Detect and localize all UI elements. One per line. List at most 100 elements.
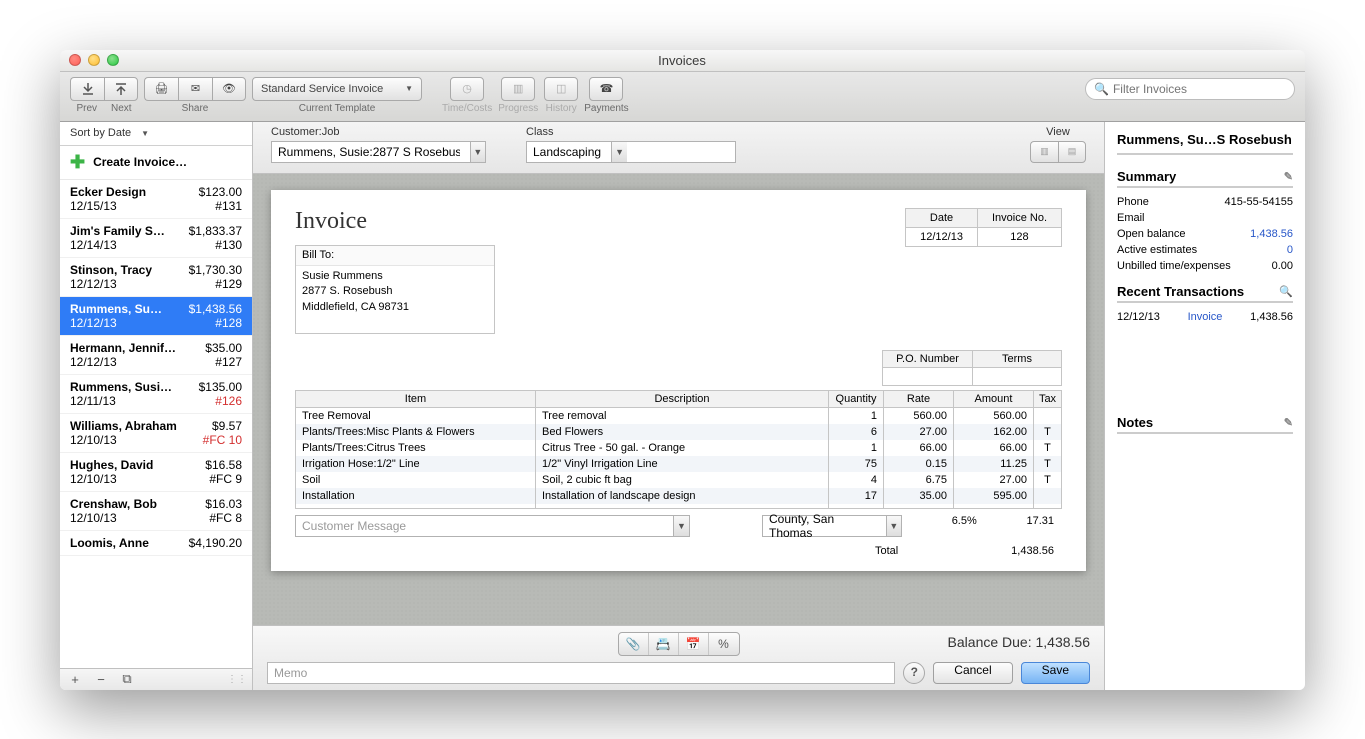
action-icons: 📎 📇 📅 % bbox=[618, 632, 740, 656]
line-item-row[interactable]: InstallationInstallation of landscape de… bbox=[296, 488, 1062, 504]
resize-handle[interactable]: ⋮⋮ bbox=[226, 674, 248, 685]
customer-label: Customer:Job bbox=[271, 126, 486, 138]
duplicate-button[interactable]: ⧉ bbox=[116, 671, 138, 687]
template-dropdown[interactable]: Standard Service Invoice ▼ bbox=[252, 77, 422, 101]
chevron-down-icon: ▼ bbox=[886, 516, 901, 536]
invoice-list[interactable]: Ecker Design$123.00 12/15/13#131Jim's Fa… bbox=[60, 180, 252, 668]
save-button[interactable]: Save bbox=[1021, 662, 1090, 684]
clock-icon: ◷ bbox=[462, 82, 472, 95]
history-button[interactable]: ◫ bbox=[544, 77, 578, 101]
line-item-row[interactable]: Plants/Trees:Citrus TreesCitrus Tree - 5… bbox=[296, 440, 1062, 456]
sidebar-footer: + − ⧉ ⋮⋮ bbox=[60, 668, 252, 690]
cancel-button[interactable]: Cancel bbox=[933, 662, 1012, 684]
class-label: Class bbox=[526, 126, 736, 138]
attach-button[interactable]: 📎 bbox=[619, 633, 649, 655]
email-button[interactable]: ✉ bbox=[178, 77, 212, 101]
print-button[interactable]: 🖨 bbox=[144, 77, 178, 101]
notes-header: Notes ✎ bbox=[1117, 415, 1293, 434]
progress-button[interactable]: ▥ bbox=[501, 77, 535, 101]
po-number-field[interactable]: P.O. Number bbox=[882, 350, 972, 386]
next-button[interactable] bbox=[104, 77, 138, 101]
chevron-down-icon: ▼ bbox=[673, 516, 689, 536]
invoice-list-item[interactable]: Williams, Abraham$9.57 12/10/13#FC 10 bbox=[60, 414, 252, 453]
tax-percent: 6.5% bbox=[952, 515, 977, 537]
line-item-row[interactable]: Plants/Trees:Misc Plants & FlowersBed Fl… bbox=[296, 424, 1062, 440]
view-toggle: ▥ ▤ bbox=[1030, 141, 1086, 163]
search-transactions-icon[interactable]: 🔍 bbox=[1279, 285, 1293, 298]
edit-summary-button[interactable]: ✎ bbox=[1284, 170, 1293, 183]
summary-panel: Rummens, Su…S Rosebush Summary ✎ Phone41… bbox=[1105, 122, 1305, 690]
invoices-window: Invoices PrevNext 🖨 ✉ 👁 Share Standard S… bbox=[60, 50, 1305, 690]
line-item-row[interactable] bbox=[296, 504, 1062, 509]
invoice-list-item[interactable]: Rummens, Su…$1,438.56 12/12/13#128 bbox=[60, 297, 252, 336]
chevron-down-icon: ▼ bbox=[405, 84, 413, 93]
eye-icon: 👁 bbox=[222, 82, 236, 95]
invoice-list-item[interactable]: Jim's Family S…$1,833.37 12/14/13#130 bbox=[60, 219, 252, 258]
help-button[interactable]: ? bbox=[903, 662, 925, 684]
preview-button[interactable]: 👁 bbox=[212, 77, 246, 101]
search-input[interactable] bbox=[1113, 82, 1286, 96]
total-label: Total bbox=[875, 545, 898, 557]
summary-header: Summary ✎ bbox=[1117, 169, 1293, 188]
edit-notes-button[interactable]: ✎ bbox=[1284, 416, 1293, 429]
plus-icon: ✚ bbox=[70, 152, 85, 173]
invoice-number-field[interactable]: 128 bbox=[978, 228, 1061, 246]
invoice-title: Invoice bbox=[295, 208, 495, 235]
envelope-icon: ✉ bbox=[191, 82, 200, 95]
customer-title: Rummens, Su…S Rosebush bbox=[1117, 132, 1293, 147]
minimize-icon[interactable] bbox=[88, 54, 100, 66]
balance-due: Balance Due: 1,438.56 bbox=[948, 634, 1090, 650]
chevron-down-icon: ▼ bbox=[611, 142, 627, 162]
line-item-row[interactable]: Tree RemovalTree removal1560.00560.00 bbox=[296, 408, 1062, 425]
prev-button[interactable] bbox=[70, 77, 104, 101]
titlebar: Invoices bbox=[60, 50, 1305, 72]
add-button[interactable]: + bbox=[64, 672, 86, 687]
zoom-icon[interactable] bbox=[107, 54, 119, 66]
tax-amount: 17.31 bbox=[1026, 515, 1054, 537]
open-balance-link[interactable]: 1,438.56 bbox=[1250, 228, 1293, 240]
line-items-table[interactable]: Item Description Quantity Rate Amount Ta… bbox=[295, 390, 1062, 509]
tax-region-combo[interactable]: County, San Thomas ▼ bbox=[762, 515, 902, 537]
sort-dropdown[interactable]: Sort by Date ▼ bbox=[60, 122, 252, 146]
invoice-date-field[interactable]: 12/12/13 bbox=[906, 228, 977, 246]
calendar-button[interactable]: 📅 bbox=[679, 633, 709, 655]
recent-transaction-row[interactable]: 12/12/13 Invoice 1,438.56 bbox=[1117, 309, 1293, 325]
filter-search[interactable]: 🔍 bbox=[1085, 78, 1295, 100]
printer-icon: 🖨 bbox=[155, 82, 169, 95]
close-icon[interactable] bbox=[69, 54, 81, 66]
memo-field[interactable]: Memo bbox=[267, 662, 895, 684]
payments-button[interactable]: ☎ bbox=[589, 77, 623, 101]
stamp-button[interactable]: 📇 bbox=[649, 633, 679, 655]
customer-combo[interactable]: Rummens, Susie:2877 S Rosebush ▼ bbox=[271, 141, 486, 163]
invoice-list-item[interactable]: Loomis, Anne$4,190.20 bbox=[60, 531, 252, 556]
line-item-row[interactable]: SoilSoil, 2 cubic ft bag46.7527.00T bbox=[296, 472, 1062, 488]
progress-icon: ▥ bbox=[513, 82, 523, 95]
search-icon: 🔍 bbox=[1094, 82, 1109, 96]
invoice-list-item[interactable]: Crenshaw, Bob$16.03 12/10/13#FC 8 bbox=[60, 492, 252, 531]
invoice-list-item[interactable]: Ecker Design$123.00 12/15/13#131 bbox=[60, 180, 252, 219]
line-item-row[interactable]: Irrigation Hose:1/2" Line1/2" Vinyl Irri… bbox=[296, 456, 1062, 472]
remove-button[interactable]: − bbox=[90, 672, 112, 687]
active-estimates-link[interactable]: 0 bbox=[1287, 244, 1293, 256]
invoice-sidebar: Sort by Date ▼ ✚ Create Invoice… Ecker D… bbox=[60, 122, 253, 690]
invoice-list-item[interactable]: Rummens, Susi…$135.00 12/11/13#126 bbox=[60, 375, 252, 414]
view-form-button[interactable]: ▥ bbox=[1030, 141, 1058, 163]
history-icon: ◫ bbox=[556, 82, 566, 95]
create-invoice-button[interactable]: ✚ Create Invoice… bbox=[60, 146, 252, 180]
toolbar: PrevNext 🖨 ✉ 👁 Share Standard Service In… bbox=[60, 72, 1305, 122]
recent-header: Recent Transactions 🔍 bbox=[1117, 284, 1293, 303]
bill-to-box[interactable]: Bill To: Susie Rummens 2877 S. Rosebush … bbox=[295, 245, 495, 335]
bottom-bar: 📎 📇 📅 % Balance Due: 1,438.56 Memo ? Can… bbox=[253, 625, 1104, 690]
time-costs-button[interactable]: ◷ bbox=[450, 77, 484, 101]
invoice-list-item[interactable]: Hermann, Jennif…$35.00 12/12/13#127 bbox=[60, 336, 252, 375]
percent-button[interactable]: % bbox=[709, 633, 739, 655]
invoice-list-item[interactable]: Hughes, David$16.58 12/10/13#FC 9 bbox=[60, 453, 252, 492]
view-list-button[interactable]: ▤ bbox=[1058, 141, 1086, 163]
customer-message-combo[interactable]: Customer Message ▼ bbox=[295, 515, 690, 537]
invoice-list-item[interactable]: Stinson, Tracy$1,730.30 12/12/13#129 bbox=[60, 258, 252, 297]
window-controls bbox=[69, 54, 119, 66]
terms-field[interactable]: Terms bbox=[972, 350, 1062, 386]
invoice-editor: Customer:Job Rummens, Susie:2877 S Roseb… bbox=[253, 122, 1105, 690]
chevron-down-icon: ▼ bbox=[141, 129, 149, 138]
class-combo[interactable]: Landscaping ▼ bbox=[526, 141, 736, 163]
